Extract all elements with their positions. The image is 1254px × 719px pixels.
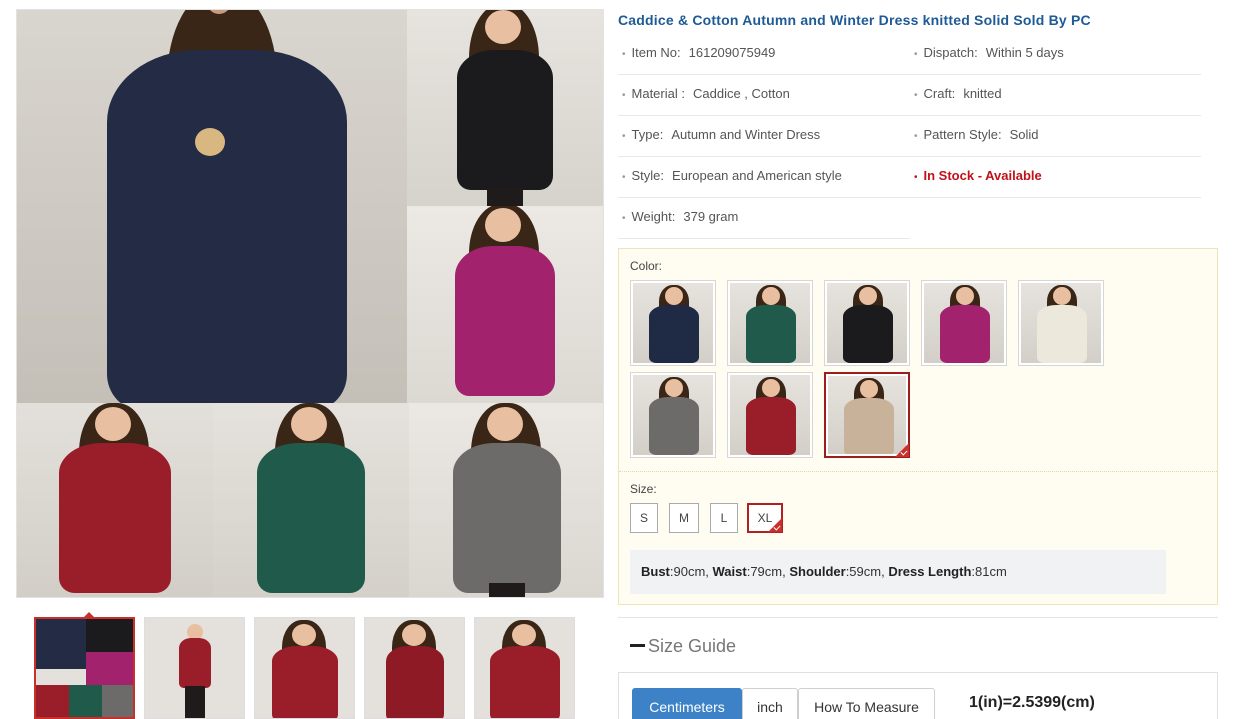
spec-row: • Material : Caddice , Cotton • Craft: knitt… — [618, 75, 1201, 116]
thumbnail-3[interactable] — [254, 617, 355, 719]
spec-row: • Type: Autumn and Winter Dress • Pattern S… — [618, 116, 1201, 157]
color-swatch-gray[interactable] — [630, 372, 716, 458]
measure-value: :79cm, — [746, 564, 790, 579]
spec-type: • Type: Autumn and Winter Dress — [622, 127, 821, 142]
color-swatch-white[interactable] — [1018, 280, 1104, 366]
size-guide-title: Size Guide — [648, 636, 737, 656]
measure-value: :59cm, — [845, 564, 889, 579]
color-swatch-green[interactable] — [727, 280, 813, 366]
spec-row: • Item No: 161209075949 • Dispatch: Within 5… — [618, 34, 1201, 75]
stock-status: • In Stock - Available — [914, 168, 1042, 183]
options-divider — [619, 471, 1217, 472]
thumbnail-1[interactable] — [34, 617, 135, 719]
color-swatch-red[interactable] — [727, 372, 813, 458]
collapse-icon — [630, 643, 645, 647]
spec-craft: • Craft: knitted — [914, 86, 1002, 101]
size-measurements: Bust:90cm, Waist:79cm, Shoulder:59cm, Dr… — [630, 550, 1166, 594]
size-guide-divider — [618, 617, 1218, 618]
tab-inch[interactable]: inch — [742, 688, 798, 719]
spec-dispatch: • Dispatch: Within 5 days — [914, 45, 1064, 60]
main-image-gray-model — [409, 403, 603, 597]
spec-pattern-style: • Pattern Style: Solid — [914, 127, 1039, 142]
size-option-xl[interactable]: XL — [747, 503, 783, 533]
main-image-red-model — [17, 403, 213, 597]
main-image-magenta-model — [407, 206, 603, 403]
measure-name: Dress Length — [888, 564, 972, 579]
size-label: Size: — [630, 482, 657, 496]
spec-row: • Weight: 379 gram — [618, 198, 910, 239]
color-swatch-black[interactable] — [824, 280, 910, 366]
measure-name: Waist — [712, 564, 747, 579]
tab-how-to-measure[interactable]: How To Measure — [798, 688, 935, 719]
spec-style: • Style: European and American style — [622, 168, 842, 183]
spec-item-no: • Item No: 161209075949 — [622, 45, 776, 60]
measure-value: :90cm, — [669, 564, 713, 579]
product-options-panel: Color: Size: S M L XL Bust:90cm, Waist:7… — [618, 248, 1218, 605]
measure-value: :81cm — [971, 564, 1007, 579]
main-image-navy-model — [17, 10, 407, 403]
product-specs: • Item No: 161209075949 • Dispatch: Within 5… — [618, 34, 1201, 239]
main-image-green-model — [213, 403, 409, 597]
size-option-l[interactable]: L — [710, 503, 738, 533]
spec-row: • Style: European and American style • In S… — [618, 157, 1201, 198]
product-title: Caddice & Cotton Autumn and Winter Dress… — [618, 12, 1091, 28]
spec-weight: • Weight: 379 gram — [622, 209, 739, 224]
size-guide-toggle[interactable]: Size Guide — [630, 636, 736, 657]
unit-conversion: 1(in)=2.5399(cm) — [969, 694, 1095, 711]
size-option-m[interactable]: M — [669, 503, 699, 533]
thumbnail-strip — [34, 617, 594, 719]
size-option-s[interactable]: S — [630, 503, 658, 533]
measure-name: Shoulder — [789, 564, 846, 579]
measure-name: Bust — [641, 564, 670, 579]
thumbnail-2[interactable] — [144, 617, 245, 719]
thumbnail-5[interactable] — [474, 617, 575, 719]
main-product-image[interactable] — [16, 9, 604, 598]
color-swatch-khaki[interactable] — [824, 372, 910, 458]
color-label: Color: — [630, 259, 663, 273]
thumbnail-4[interactable] — [364, 617, 465, 719]
color-swatch-magenta[interactable] — [921, 280, 1007, 366]
spec-material: • Material : Caddice , Cotton — [622, 86, 790, 101]
tab-centimeters[interactable]: Centimeters — [632, 688, 742, 719]
color-swatch-navy[interactable] — [630, 280, 716, 366]
main-image-black-model — [407, 10, 603, 206]
